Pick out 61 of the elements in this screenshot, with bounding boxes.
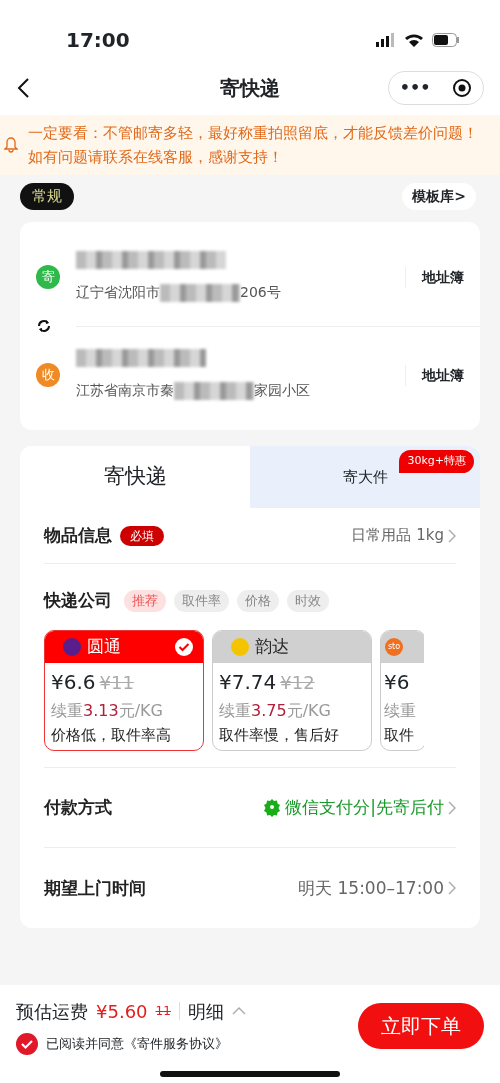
template-button[interactable]: 模板库> [402, 183, 476, 210]
notice-text: 一定要看：不管邮寄多轻，最好称重拍照留底，才能反馈差价问题！如有问题请联系在线客服，感谢支持！ [28, 125, 478, 165]
carrier-card[interactable]: 圆通 ¥6.6 ¥11 续重3.13元/KG 价格低，取件率高 [44, 629, 204, 752]
status-time: 17:00 [66, 27, 130, 54]
agreement-text[interactable]: 已阅读并同意《寄件服务协议》 [46, 1033, 228, 1054]
address-book-link[interactable]: 地址簿 [405, 266, 464, 288]
wifi-icon [404, 33, 424, 47]
check-icon [175, 637, 193, 656]
carrier-note: 取件 [384, 725, 415, 745]
price: ¥6 [384, 668, 410, 696]
address-text: 家园小区 [254, 381, 310, 400]
field-label: 快递公司 [44, 589, 112, 612]
renewal-price: 3.13 [83, 699, 119, 722]
field-label: 付款方式 [44, 796, 112, 819]
renewal-label: 续重 [384, 699, 416, 722]
field-label: 期望上门时间 [44, 876, 146, 900]
estimated-fee: ¥5.60 [96, 999, 148, 1024]
signal-icon [376, 33, 396, 47]
original-price: ¥11 [99, 670, 134, 695]
bell-icon [4, 137, 18, 153]
fee-label: 预估运费 [16, 999, 88, 1024]
carrier-name: 韵达 [255, 634, 289, 658]
page-title: 寄快递 [220, 74, 280, 102]
target-icon[interactable] [452, 77, 473, 98]
pickup-time[interactable]: 明天 15:00–17:00 [298, 875, 444, 901]
address-text: 辽宁省沈阳市 [76, 283, 160, 302]
item-value[interactable]: 日常用品 1kg [351, 524, 444, 547]
payment-value[interactable]: 微信支付分|先寄后付 [285, 795, 444, 821]
renewal-label: 续重 [219, 699, 251, 722]
carrier-logo-icon: sto [385, 637, 403, 656]
renewal-price: 3.75 [251, 699, 287, 722]
back-icon[interactable] [16, 76, 30, 99]
carrier-card[interactable]: 韵达 ¥7.74 ¥12 续重3.75元/KG 取件率慢，售后好 [212, 629, 372, 752]
address-book-link[interactable]: 地址簿 [405, 364, 464, 386]
field-label: 物品信息 [44, 523, 112, 547]
price: ¥7.74 [219, 668, 277, 696]
renewal-unit: 元/KG [118, 699, 163, 722]
swap-icon[interactable] [36, 318, 52, 334]
location-pin: 寄 [36, 265, 60, 289]
carrier-name: 圆通 [87, 634, 121, 658]
original-fee: 11 [155, 1002, 180, 1020]
agree-checkbox[interactable] [16, 1032, 38, 1055]
renewal-unit: 元/KG [286, 699, 331, 722]
original-price: ¥12 [280, 670, 315, 695]
carrier-note: 取件率慢，售后好 [219, 725, 340, 745]
more-button[interactable]: ••• [399, 75, 431, 100]
submit-button[interactable]: 立即下单 [358, 1003, 484, 1049]
promo-badge: 30kg+特惠 [399, 450, 474, 473]
address-text: 江苏省南京市秦 [76, 381, 174, 400]
carrier-note: 价格低，取件率高 [51, 725, 172, 745]
carrier-card[interactable]: sto ¥6 续重 取件 [380, 629, 424, 752]
tab[interactable]: 寄大件 30kg+特惠 [250, 446, 480, 508]
location-pin: 收 [36, 363, 60, 387]
battery-icon [432, 33, 460, 47]
renewal-label: 续重 [51, 699, 83, 722]
wechat-pay-icon [263, 798, 282, 817]
price: ¥6.6 [51, 668, 96, 696]
address-text: 206号 [240, 283, 281, 302]
required-tag: 必填 [120, 525, 164, 546]
mode-tag: 常规 [20, 183, 74, 210]
detail-toggle[interactable]: 明细 [187, 997, 224, 1025]
